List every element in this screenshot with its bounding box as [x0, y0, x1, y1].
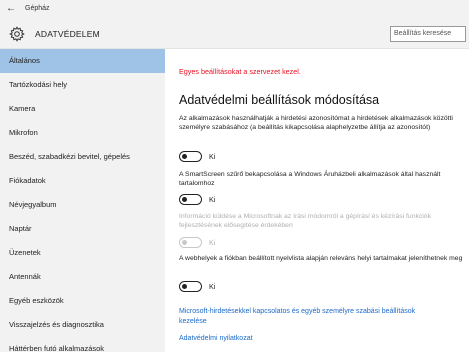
sidebar-item-tartozkodasi-hely[interactable]: Tartózkodási hely — [0, 73, 165, 97]
sidebar-item-mikrofon[interactable]: Mikrofon — [0, 121, 165, 145]
sidebar-item-hatterben-futo[interactable]: Háttérben futó alkalmazások — [0, 337, 165, 352]
sidebar: Általános Tartózkodási hely Kamera Mikro… — [0, 49, 165, 352]
section-heading: Adatvédelmi beállítások módosítása — [179, 93, 380, 107]
language-list-toggle[interactable] — [179, 281, 202, 292]
sidebar-item-altalanos[interactable]: Általános — [0, 49, 165, 73]
page-title: ADATVÉDELEM — [35, 29, 100, 39]
sidebar-item-egyeb-eszkozok[interactable]: Egyéb eszközök — [0, 289, 165, 313]
sidebar-item-visszajelzes[interactable]: Visszajelzés és diagnosztika — [0, 313, 165, 337]
smartscreen-toggle[interactable] — [179, 194, 202, 205]
advertising-id-description: Az alkalmazások használhatják a hirdetés… — [179, 115, 453, 132]
window-title: Gépház — [25, 5, 50, 12]
search-input[interactable]: Beállítás keresése — [390, 26, 466, 42]
typing-info-description: Információ küldése a Microsoftnak az írá… — [179, 213, 431, 230]
toggle-knob — [182, 153, 187, 159]
smartscreen-state: Ki — [209, 195, 216, 204]
back-arrow-icon[interactable]: ← — [6, 3, 16, 15]
sidebar-item-fiokadatok[interactable]: Fiókadatok — [0, 169, 165, 193]
toggle-knob — [182, 283, 187, 289]
toggle-knob — [182, 196, 187, 202]
advertising-id-toggle[interactable] — [179, 151, 202, 162]
sidebar-item-nevjegyalbum[interactable]: Névjegyalbum — [0, 193, 165, 217]
main-content: Egyes beállításokat a szervezet kezel. A… — [165, 49, 469, 352]
typing-info-toggle[interactable] — [179, 237, 202, 248]
advertising-id-state: Ki — [209, 152, 216, 161]
settings-header: ADATVÉDELEM Beállítás keresése — [0, 19, 469, 49]
sidebar-item-uzenetek[interactable]: Üzenetek — [0, 241, 165, 265]
language-list-description: A webhelyek a fiókban beállított nyelvli… — [179, 255, 463, 262]
sidebar-item-kamera[interactable]: Kamera — [0, 97, 165, 121]
title-bar: ← Gépház — [0, 0, 469, 19]
toggle-knob — [182, 239, 187, 245]
smartscreen-description: A SmartScreen szűrő bekapcsolása a Windo… — [179, 171, 441, 188]
language-list-state: Ki — [209, 282, 216, 291]
manage-ads-link[interactable]: Microsoft-hirdetésekkel kapcsolatos és e… — [179, 307, 419, 326]
managed-notice: Egyes beállításokat a szervezet kezel. — [179, 67, 301, 76]
privacy-statement-link[interactable]: Adatvédelmi nyilatkozat — [179, 334, 419, 344]
sidebar-item-beszed[interactable]: Beszéd, szabadkézi bevitel, gépelés — [0, 145, 165, 169]
sidebar-item-naptar[interactable]: Naptár — [0, 217, 165, 241]
gear-icon — [9, 26, 25, 42]
typing-info-state: Ki — [209, 238, 216, 247]
sidebar-item-antennak[interactable]: Antennák — [0, 265, 165, 289]
